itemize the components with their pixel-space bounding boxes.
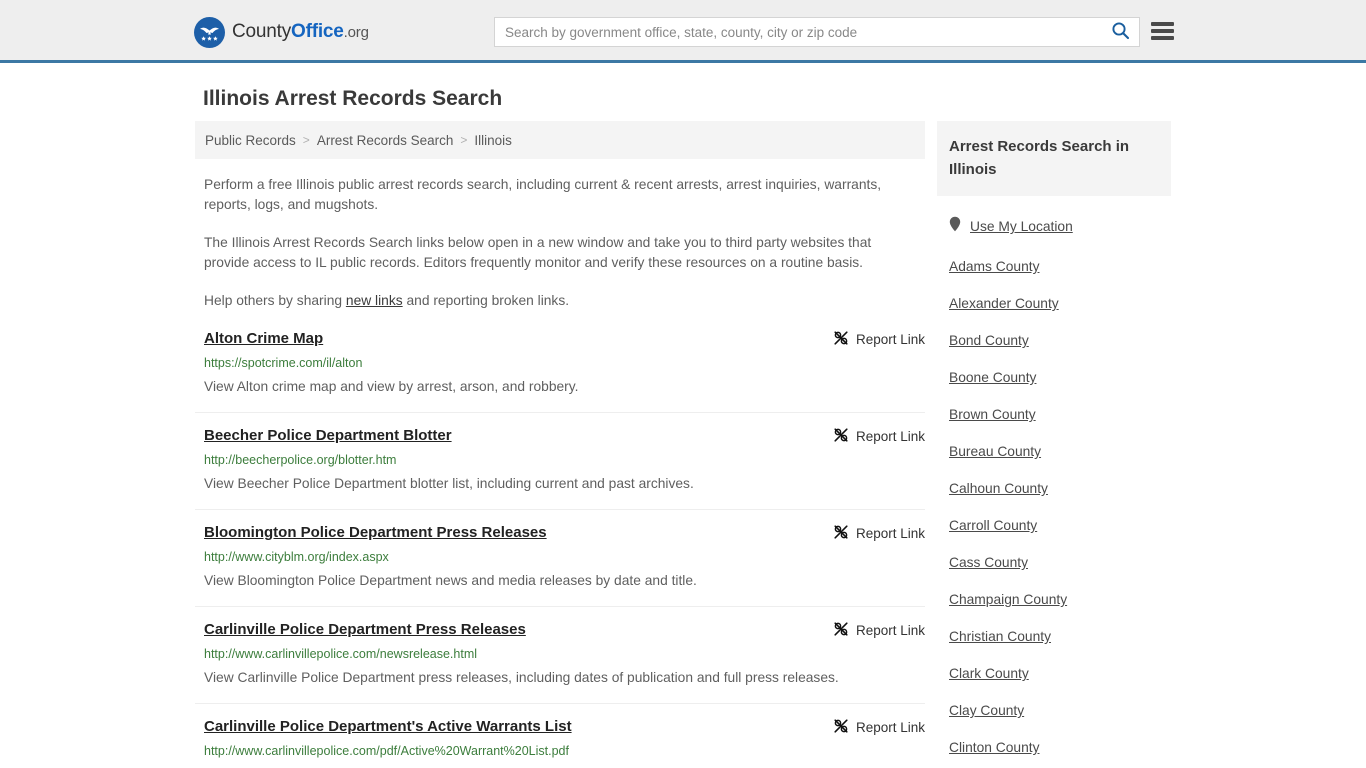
- sidebar-county-link[interactable]: Carroll County: [949, 518, 1159, 534]
- map-pin-icon: [949, 216, 961, 237]
- sidebar-county-link[interactable]: Calhoun County: [949, 481, 1159, 497]
- sidebar-county-link[interactable]: Christian County: [949, 629, 1159, 645]
- search-button[interactable]: [1101, 18, 1139, 46]
- result-title-link[interactable]: Beecher Police Department Blotter: [204, 426, 452, 445]
- sidebar-links: Use My Location Adams County Alexander C…: [937, 216, 1171, 768]
- result-description: View Beecher Police Department blotter l…: [204, 476, 694, 491]
- result-item: Bloomington Police Department Press Rele…: [195, 523, 925, 607]
- breadcrumb-item-arrest-records-search[interactable]: Arrest Records Search: [317, 133, 454, 148]
- broken-link-icon: [833, 718, 849, 737]
- logo-brand-first: County: [232, 21, 292, 42]
- report-link-button[interactable]: Report Link: [833, 718, 925, 737]
- sidebar-county-link[interactable]: Boone County: [949, 370, 1159, 386]
- sidebar-county-link[interactable]: Clark County: [949, 666, 1159, 682]
- sidebar-county-link[interactable]: Alexander County: [949, 296, 1159, 312]
- result-title-link[interactable]: Carlinville Police Department's Active W…: [204, 717, 572, 736]
- sidebar-county-link[interactable]: Bureau County: [949, 444, 1159, 460]
- sidebar-heading: Arrest Records Search in Illinois: [937, 121, 1171, 196]
- result-url[interactable]: https://spotcrime.com/il/alton: [204, 355, 916, 372]
- result-item: Beecher Police Department Blotter Report…: [195, 426, 925, 510]
- broken-link-icon: [833, 330, 849, 349]
- broken-link-icon: [833, 524, 849, 543]
- sidebar-county-link[interactable]: Adams County: [949, 259, 1159, 275]
- intro-paragraph-3: Help others by sharing new links and rep…: [204, 291, 916, 311]
- sidebar-county-link[interactable]: Champaign County: [949, 592, 1159, 608]
- sidebar-county-link[interactable]: Clay County: [949, 703, 1159, 719]
- result-description: View Bloomington Police Department news …: [204, 573, 697, 588]
- hamburger-bar: [1151, 36, 1174, 40]
- report-link-label: Report Link: [855, 623, 925, 638]
- hamburger-menu-icon[interactable]: [1151, 20, 1174, 42]
- sidebar: Arrest Records Search in Illinois Use My…: [937, 121, 1171, 768]
- result-title-link[interactable]: Bloomington Police Department Press Rele…: [204, 523, 547, 542]
- page-title: Illinois Arrest Records Search: [203, 87, 503, 110]
- breadcrumb-separator: >: [460, 133, 468, 147]
- sidebar-county-link[interactable]: Clinton County: [949, 740, 1159, 756]
- result-description: View Carlinville Police Department's act…: [204, 764, 916, 768]
- report-link-label: Report Link: [855, 429, 925, 444]
- report-link-button[interactable]: Report Link: [833, 330, 925, 349]
- intro-paragraph-1: Perform a free Illinois public arrest re…: [204, 177, 882, 212]
- intro-text-before: Help others by sharing: [204, 293, 346, 308]
- results-list: Alton Crime Map Report Link https://spot…: [195, 329, 925, 768]
- main-content: Public Records > Arrest Records Search >…: [195, 121, 925, 768]
- broken-link-icon: [833, 621, 849, 640]
- hamburger-bar: [1151, 22, 1174, 26]
- search-bar: [494, 17, 1140, 47]
- sidebar-county-link[interactable]: Bond County: [949, 333, 1159, 349]
- result-url[interactable]: http://www.cityblm.org/index.aspx: [204, 549, 916, 566]
- report-link-button[interactable]: Report Link: [833, 621, 925, 640]
- result-description: View Alton crime map and view by arrest,…: [204, 379, 579, 394]
- eagle-stars-emblem-icon: [194, 16, 225, 48]
- result-url[interactable]: http://beecherpolice.org/blotter.htm: [204, 452, 916, 469]
- result-title-link[interactable]: Alton Crime Map: [204, 329, 323, 348]
- result-item: Carlinville Police Department's Active W…: [195, 717, 925, 768]
- logo-brand-tld: .org: [343, 24, 369, 41]
- result-title-link[interactable]: Carlinville Police Department Press Rele…: [204, 620, 526, 639]
- report-link-label: Report Link: [855, 526, 925, 541]
- site-header: CountyOffice.org: [0, 0, 1366, 63]
- intro-paragraph-2: The Illinois Arrest Records Search links…: [204, 235, 872, 270]
- site-logo[interactable]: CountyOffice.org: [194, 16, 369, 48]
- report-link-button[interactable]: Report Link: [833, 427, 925, 446]
- site-logo-text: CountyOffice.org: [232, 21, 369, 43]
- result-item: Carlinville Police Department Press Rele…: [195, 620, 925, 704]
- logo-brand-second: Office: [291, 21, 344, 42]
- report-link-label: Report Link: [855, 332, 925, 347]
- search-icon: [1111, 21, 1130, 43]
- breadcrumb: Public Records > Arrest Records Search >…: [195, 121, 925, 159]
- search-input[interactable]: [495, 18, 1101, 46]
- hamburger-bar: [1151, 29, 1174, 33]
- sidebar-county-link[interactable]: Brown County: [949, 407, 1159, 423]
- use-my-location-link[interactable]: Use My Location: [949, 216, 1159, 237]
- result-url[interactable]: http://www.carlinvillepolice.com/newsrel…: [204, 646, 916, 663]
- report-link-label: Report Link: [855, 720, 925, 735]
- result-item: Alton Crime Map Report Link https://spot…: [195, 329, 925, 413]
- breadcrumb-item-illinois: Illinois: [474, 132, 512, 148]
- breadcrumb-item-public-records[interactable]: Public Records: [205, 133, 296, 148]
- new-links-link[interactable]: new links: [346, 293, 403, 308]
- intro-text: Perform a free Illinois public arrest re…: [195, 175, 925, 311]
- result-description: View Carlinville Police Department press…: [204, 670, 839, 685]
- use-my-location-label: Use My Location: [970, 219, 1073, 234]
- result-url[interactable]: http://www.carlinvillepolice.com/pdf/Act…: [204, 743, 916, 760]
- sidebar-county-link[interactable]: Cass County: [949, 555, 1159, 571]
- intro-text-after: and reporting broken links.: [402, 293, 570, 308]
- report-link-button[interactable]: Report Link: [833, 524, 925, 543]
- breadcrumb-separator: >: [302, 133, 310, 147]
- broken-link-icon: [833, 427, 849, 446]
